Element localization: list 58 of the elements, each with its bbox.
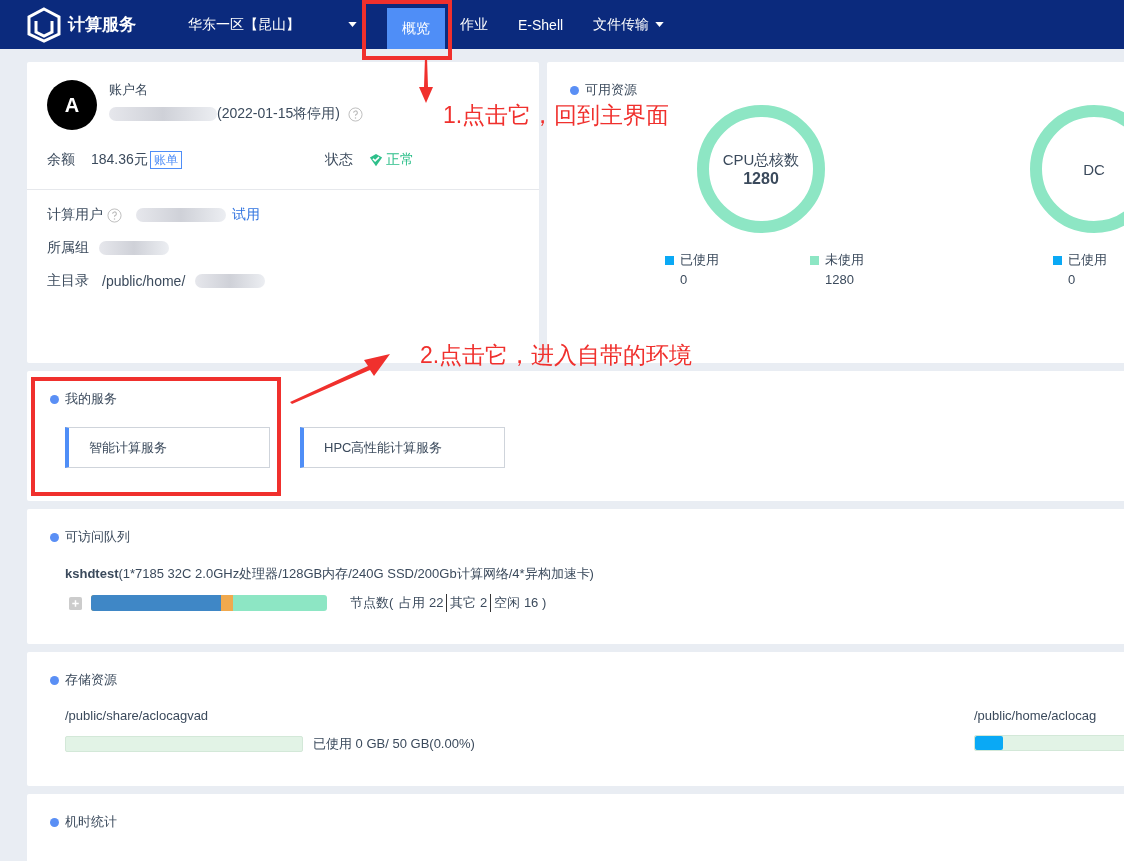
annotation-text: 1.点击它，回到主界面 (443, 101, 670, 130)
status-value: 正常 (385, 151, 414, 169)
help-icon[interactable] (107, 207, 122, 223)
shield-check-icon (368, 153, 383, 167)
account-name-label: 账户名 (109, 81, 149, 99)
region-dropdown[interactable]: 华东一区【昆山】 (188, 15, 367, 34)
legend-value: 1280 (824, 272, 855, 287)
home-label: 主目录 (47, 272, 89, 290)
expand-icon[interactable] (69, 596, 82, 610)
status-label: 状态 (324, 151, 353, 169)
nav-tab[interactable]: E-Shell (503, 0, 579, 49)
storage-usage: 已使用 0 GB/ 50 GB(0.00%) (313, 735, 475, 753)
nav-tab[interactable]: 作业 (445, 0, 503, 49)
redaction-mark (195, 274, 266, 288)
section-title: 存储资源 (65, 671, 117, 689)
expiry-text: (2022-01-15将停用) (217, 105, 340, 123)
nav-tab[interactable]: 文件传输 (578, 0, 680, 49)
ring-label: DC (1083, 160, 1105, 178)
storage-path: /public/home/aclocag (974, 708, 1098, 723)
annotation-arrow (416, 57, 436, 103)
trial-link[interactable]: 试用 (232, 206, 260, 224)
storage-path: /public/share/aclocagvad (65, 708, 210, 723)
compute-user-label: 计算用户 (47, 206, 103, 224)
section-title: 可访问队列 (65, 528, 130, 546)
legend-value: 0 (679, 272, 689, 287)
section-title: 我的服务 (65, 390, 117, 408)
bullet-dot (50, 532, 59, 542)
ring-total: 1280 (743, 169, 779, 188)
bullet-dot (570, 85, 579, 95)
legend-label: 未使用 (825, 251, 864, 269)
balance-label: 余额 (47, 151, 75, 169)
caret-icon[interactable] (655, 22, 665, 27)
brand-name: 计算服务 (68, 14, 137, 36)
balance-value: 184.36元 (91, 151, 148, 169)
node-count-text: 占用 22 (398, 594, 445, 612)
section-title: 可用资源 (585, 81, 637, 99)
node-count-text: 其它 2 (446, 594, 491, 612)
service-button[interactable]: HPC高性能计算服务 (300, 427, 505, 468)
node-count-text: 空闲 16 ) (490, 594, 550, 612)
caret-icon[interactable] (348, 22, 357, 27)
annotation-text: 2.点击它，进入自带的环境 (420, 341, 693, 370)
legend-label: 已使用 (680, 251, 719, 269)
bullet-dot (50, 675, 59, 685)
legend-label: 已使用 (1068, 251, 1107, 269)
bullet-dot (50, 817, 59, 827)
help-icon[interactable] (347, 106, 363, 122)
ring-label: CPU总核数 (722, 150, 800, 170)
avatar: A (47, 80, 97, 130)
service-button[interactable]: 智能计算服务 (65, 427, 270, 468)
node-count-text: 节点数( (349, 594, 395, 612)
cube-logo-icon (26, 6, 62, 43)
home-path: /public/home/ (102, 273, 186, 289)
section-title: 机时统计 (65, 813, 117, 831)
legend-value: 0 (1067, 272, 1077, 287)
group-label: 所属组 (47, 239, 89, 257)
redaction-mark (99, 241, 169, 255)
queue-name: kshdtest(1*7185 32C 2.0GHz处理器/128GB内存/240G SSD/200Gb计算网络/4*异构加速卡) (64, 565, 595, 583)
bullet-dot (50, 394, 59, 404)
